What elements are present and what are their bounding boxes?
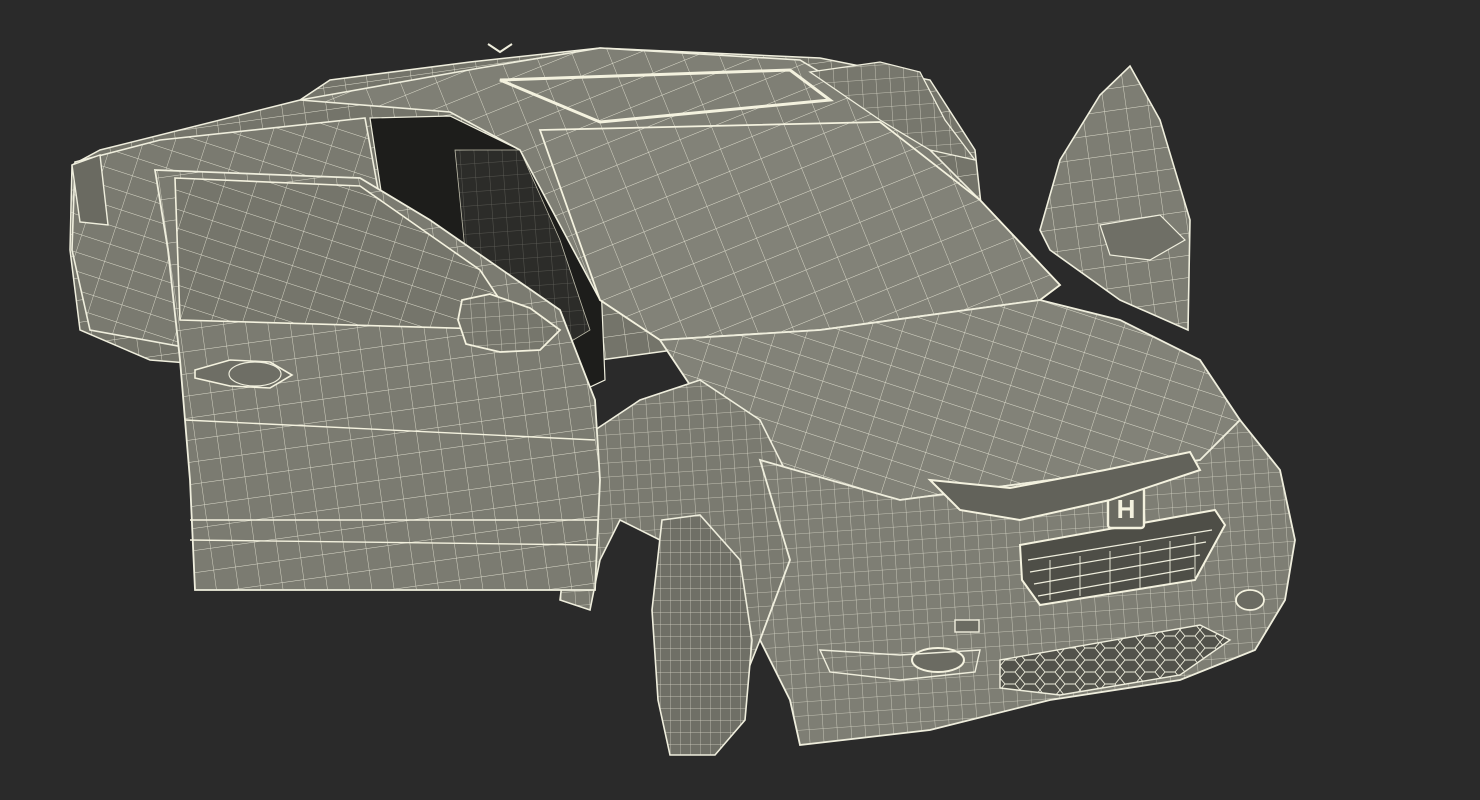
bumper-sensor [954,619,980,633]
fog-light-right [1235,589,1265,611]
emblem-letter: H [1117,494,1136,524]
viewport: H [0,0,1480,800]
front-right-door [1039,64,1191,332]
car-wireframe-scene: H [69,43,1296,756]
